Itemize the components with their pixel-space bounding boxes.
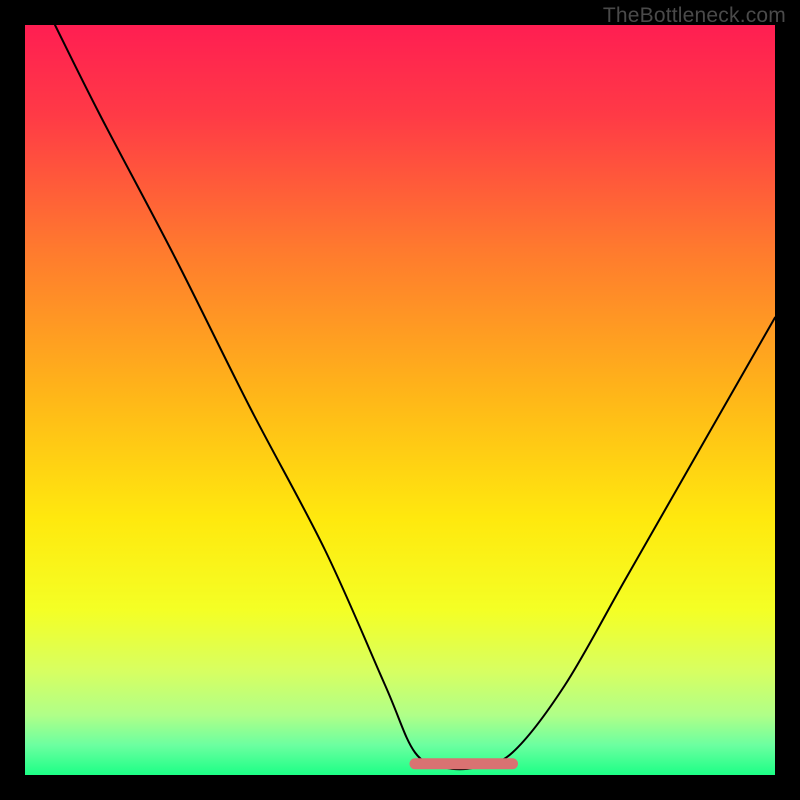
chart-frame: TheBottleneck.com	[0, 0, 800, 800]
watermark-text: TheBottleneck.com	[603, 4, 786, 28]
plot-area	[25, 25, 775, 775]
bottleneck-curve	[25, 25, 775, 775]
